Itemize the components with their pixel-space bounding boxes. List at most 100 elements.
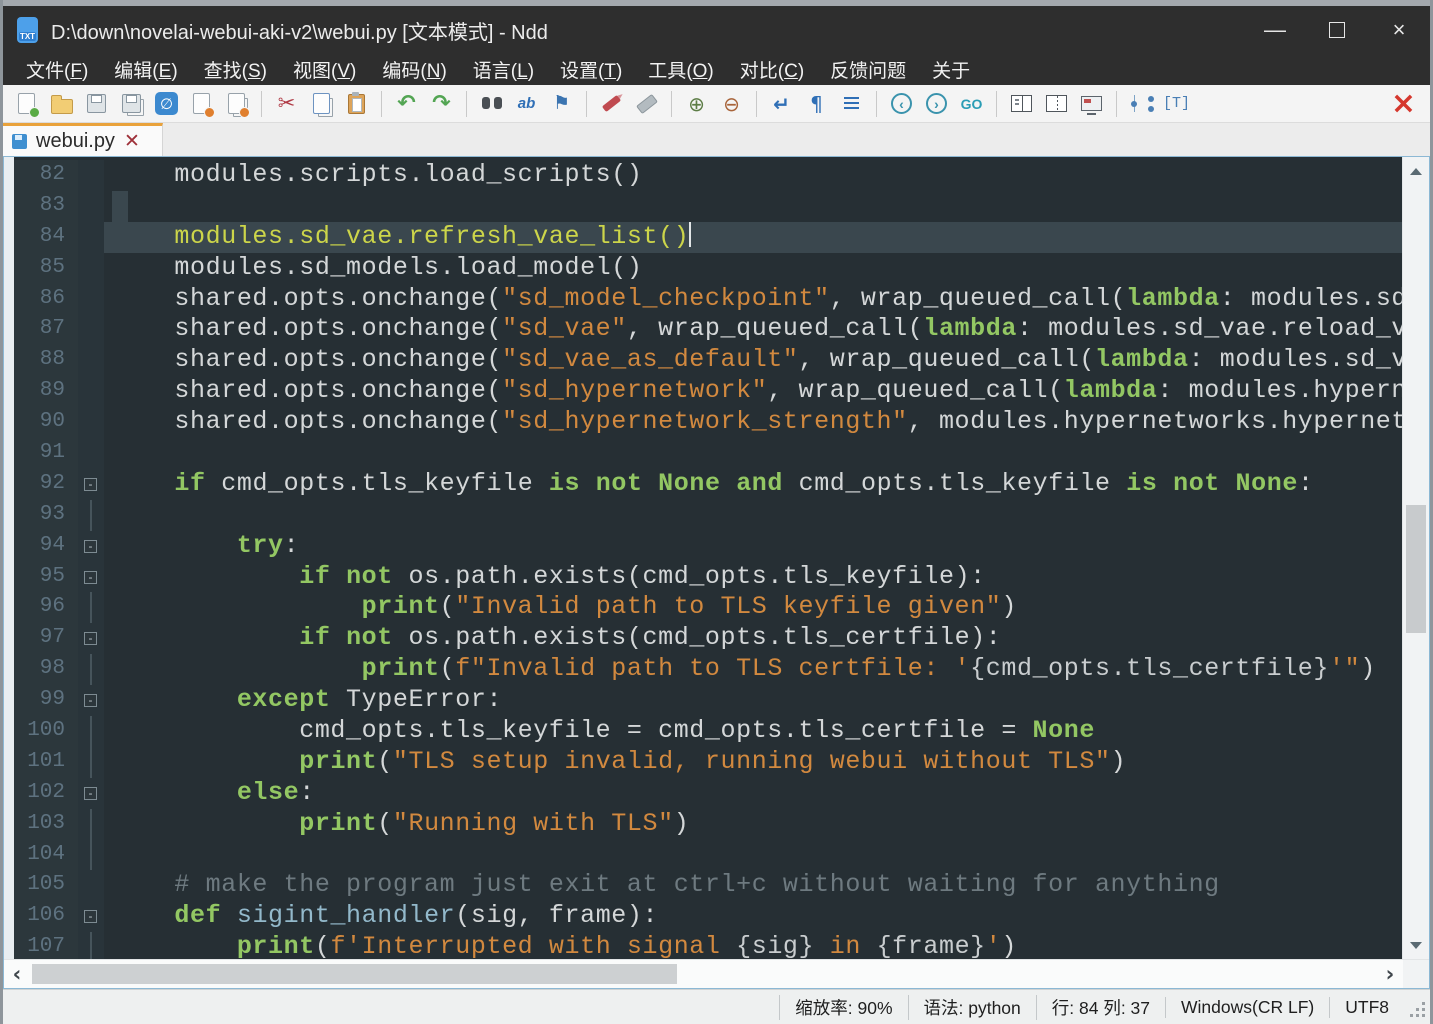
menu-item-语言L[interactable]: 语言(L) — [460, 56, 547, 83]
code-line-83: 83 — [14, 191, 1402, 222]
undo-button[interactable]: ↶ — [389, 89, 424, 118]
toolbar-close-button[interactable]: × — [1391, 89, 1416, 119]
scroll-right-button[interactable]: › — [1377, 962, 1403, 986]
bookmark-button[interactable]: ⚑ — [544, 89, 579, 118]
fold-toggle[interactable]: - — [78, 623, 104, 654]
code-text: if not os.path.exists(cmd_opts.tls_certf… — [104, 623, 1402, 654]
menu-item-文件F[interactable]: 文件(F) — [13, 56, 101, 83]
fold-collapse-icon[interactable]: - — [84, 910, 97, 923]
scroll-up-button[interactable] — [1403, 159, 1429, 183]
menu-item-关于[interactable]: 关于 — [919, 56, 983, 83]
tab-bar: webui.py ✕ — [3, 123, 1430, 156]
fold-collapse-icon[interactable]: - — [84, 632, 97, 645]
split-view-dotted-button[interactable] — [1039, 89, 1074, 118]
tab-webui-py[interactable]: webui.py ✕ — [3, 123, 163, 156]
clear-marker-button[interactable] — [629, 89, 664, 118]
fold-toggle[interactable]: - — [78, 685, 104, 716]
text-mode-button[interactable]: [T] — [1159, 89, 1194, 118]
zoom-out-button[interactable]: ⊖ — [714, 89, 749, 118]
split-view-button[interactable] — [1004, 89, 1039, 118]
close-file-button[interactable] — [184, 89, 219, 118]
minimize-button[interactable]: — — [1244, 6, 1306, 54]
vertical-scrollbar-thumb[interactable] — [1406, 505, 1426, 633]
maximize-button[interactable] — [1306, 6, 1368, 54]
indent-guides-button[interactable] — [834, 89, 869, 118]
paste-button[interactable] — [339, 89, 374, 118]
nav-forward-button[interactable]: › — [919, 89, 954, 118]
toolbar-group-8: ‹› GO — [884, 89, 989, 118]
paste-icon — [348, 94, 365, 114]
fold-toggle[interactable]: - — [78, 901, 104, 932]
scroll-right-icon: › — [1386, 962, 1395, 986]
code-line-96: 96 print("Invalid path to TLS keyfile gi… — [14, 592, 1402, 623]
code-line-92: 92- if cmd_opts.tls_keyfile is not None … — [14, 469, 1402, 500]
close-all-button[interactable] — [219, 89, 254, 118]
resize-grip[interactable] — [1410, 1002, 1426, 1018]
code-viewport[interactable]: 82 modules.scripts.load_scripts()8384 mo… — [14, 157, 1402, 959]
scroll-left-icon: ‹ — [13, 962, 22, 986]
fold-toggle[interactable]: - — [78, 562, 104, 593]
goto-icon: GO — [961, 96, 983, 112]
open-file-button[interactable] — [44, 89, 79, 118]
menu-item-对比C[interactable]: 对比(C) — [727, 56, 817, 83]
cut-button[interactable]: ✂ — [269, 89, 304, 118]
code-text: if not os.path.exists(cmd_opts.tls_keyfi… — [104, 562, 1402, 593]
menu-item-编辑E[interactable]: 编辑(E) — [101, 56, 190, 83]
horizontal-scrollbar[interactable]: ‹ › — [4, 959, 1429, 988]
replace-button[interactable]: ab — [509, 89, 544, 118]
status-bar: 缩放率: 90% 语法: python 行: 84 列: 37 Windows(… — [3, 989, 1430, 1024]
scroll-down-button[interactable] — [1403, 933, 1429, 957]
copy-button[interactable] — [304, 89, 339, 118]
highlight-marker-button[interactable] — [594, 89, 629, 118]
menu-item-视图V[interactable]: 视图(V) — [280, 56, 369, 83]
indent-guides-icon — [844, 97, 859, 110]
close-button[interactable]: × — [1368, 6, 1430, 54]
zoom-in-button[interactable]: ⊕ — [679, 89, 714, 118]
menu-item-查找S[interactable]: 查找(S) — [191, 56, 280, 83]
monitor-button[interactable] — [1074, 89, 1109, 118]
fold-margin — [78, 160, 104, 191]
toolbar-group-3: ↶↷ — [389, 89, 459, 118]
fold-collapse-icon[interactable]: - — [84, 478, 97, 491]
save-all-button[interactable] — [114, 89, 149, 118]
save-file-button[interactable] — [79, 89, 114, 118]
vertical-scrollbar[interactable] — [1402, 157, 1429, 959]
word-wrap-button[interactable]: ↵ — [764, 89, 799, 118]
horizontal-scrollbar-thumb[interactable] — [32, 964, 677, 984]
line-number: 106 — [14, 901, 78, 932]
fold-collapse-icon[interactable]: - — [84, 787, 97, 800]
horizontal-scrollbar-track[interactable] — [30, 960, 1377, 988]
toolbar-separator — [586, 91, 587, 117]
paragraph-marks-button[interactable]: ¶ — [799, 89, 834, 118]
find-icon — [482, 97, 502, 110]
menu-item-编码N[interactable]: 编码(N) — [369, 56, 459, 83]
code-text: modules.sd_vae.refresh_vae_list() — [104, 222, 1402, 253]
fold-collapse-icon[interactable]: - — [84, 540, 97, 553]
new-file-button[interactable] — [9, 89, 44, 118]
redo-button[interactable]: ↷ — [424, 89, 459, 118]
line-number: 104 — [14, 840, 78, 871]
fold-margin — [78, 870, 104, 901]
nav-back-button[interactable]: ‹ — [884, 89, 919, 118]
reload-file-button[interactable]: ∅ — [149, 89, 184, 118]
fold-toggle[interactable]: - — [78, 778, 104, 809]
menu-item-设置T[interactable]: 设置(T) — [547, 56, 635, 83]
fold-margin — [78, 809, 104, 840]
bookmark-icon: ⚑ — [553, 94, 570, 113]
function-tree-button[interactable] — [1124, 89, 1159, 118]
fold-toggle[interactable]: - — [78, 531, 104, 562]
scroll-left-button[interactable]: ‹ — [4, 962, 30, 986]
tab-close-icon[interactable]: ✕ — [124, 132, 140, 151]
fold-collapse-icon[interactable]: - — [84, 571, 97, 584]
close-icon: × — [1393, 17, 1406, 43]
fold-collapse-icon[interactable]: - — [84, 694, 97, 707]
code-text: try: — [104, 531, 1402, 562]
fold-toggle[interactable]: - — [78, 469, 104, 500]
code-line-90: 90 shared.opts.onchange("sd_hypernetwork… — [14, 407, 1402, 438]
code-text — [104, 191, 1402, 222]
monitor-icon — [1081, 96, 1102, 111]
menu-item-反馈问题[interactable]: 反馈问题 — [817, 56, 919, 83]
menu-item-工具O[interactable]: 工具(O) — [635, 56, 726, 83]
goto-button[interactable]: GO — [954, 89, 989, 118]
find-button[interactable] — [474, 89, 509, 118]
